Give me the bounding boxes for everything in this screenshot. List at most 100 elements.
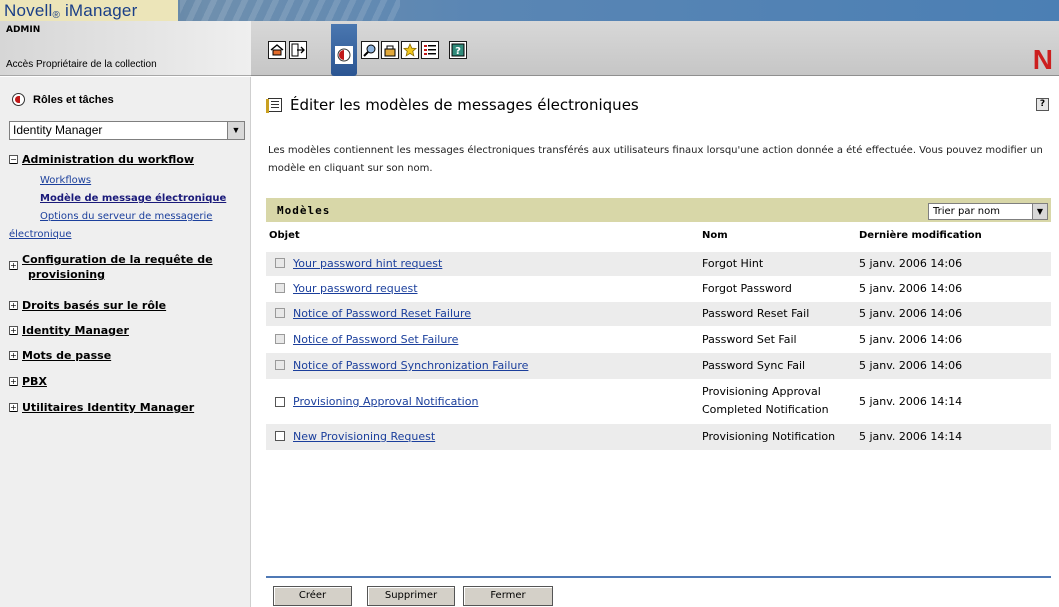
expand-icon[interactable]: + [9, 301, 18, 310]
nav-group-pbx[interactable]: + PBX [9, 375, 47, 388]
collapse-icon[interactable]: − [9, 155, 18, 164]
template-name: Forgot Password [702, 282, 792, 295]
exit-icon[interactable] [289, 41, 307, 59]
table-row: Notice of Password Synchronization Failu… [266, 353, 1051, 379]
chevron-down-icon[interactable]: ▼ [227, 122, 244, 139]
user-name: ADMIN [6, 25, 41, 35]
nav-group-idm-utilities[interactable]: + Utilitaires Identity Manager [9, 401, 194, 414]
expand-icon[interactable]: + [9, 377, 18, 386]
row-checkbox[interactable] [275, 258, 285, 268]
column-header-name: Nom [702, 230, 728, 241]
table-row: Provisioning Approval Notification Provi… [266, 379, 1051, 423]
configure-icon[interactable] [381, 41, 399, 59]
template-name-cont: Completed Notification [702, 403, 829, 416]
nav-group-label: Mots de passe [22, 349, 112, 362]
footer-divider [266, 576, 1051, 578]
roles-tasks-heading-icon [12, 93, 25, 106]
page-title-text: Éditer les modèles de messages électroni… [290, 96, 639, 114]
template-link[interactable]: Notice of Password Synchronization Failu… [293, 359, 528, 372]
nav-group-label: Droits basés sur le rôle [22, 299, 167, 312]
row-checkbox[interactable] [275, 431, 285, 441]
document-icon [266, 98, 282, 113]
template-modified: 5 janv. 2006 14:06 [859, 333, 963, 346]
favorites-icon[interactable] [401, 41, 419, 59]
brand-registered-mark: ® [52, 10, 61, 21]
row-checkbox[interactable] [275, 283, 285, 293]
sort-select[interactable]: Trier par nom ▼ [928, 203, 1048, 220]
template-link[interactable]: Your password request [293, 282, 418, 295]
user-role: Accès Propriétaire de la collection [6, 59, 157, 70]
nav-group-label: Identity Manager [22, 324, 129, 337]
view-objects-icon[interactable] [361, 41, 379, 59]
chevron-down-icon[interactable]: ▼ [1032, 204, 1047, 219]
models-label: Modèles [277, 204, 331, 217]
nav-group-provisioning-config[interactable]: + Configuration de la requête de provisio… [9, 253, 213, 281]
expand-icon[interactable]: + [9, 403, 18, 412]
brand-product: iManager [60, 1, 138, 20]
table-row: Your password hint request Forgot Hint 5… [266, 252, 1051, 276]
template-link[interactable]: Notice of Password Set Failure [293, 333, 458, 346]
template-link[interactable]: Your password hint request [293, 257, 442, 270]
brand-name: Novell [4, 1, 53, 20]
preferences-icon[interactable] [421, 41, 439, 59]
template-name: Password Set Fail [702, 333, 797, 346]
template-name: Provisioning Approval [702, 385, 821, 398]
nav-group-label: Administration du workflow [22, 153, 194, 166]
template-modified: 5 janv. 2006 14:06 [859, 359, 963, 372]
close-button[interactable]: Fermer [463, 586, 553, 606]
page-title: Éditer les modèles de messages électroni… [266, 96, 639, 114]
template-link[interactable]: New Provisioning Request [293, 430, 435, 443]
roles-tasks-heading: Rôles et tâches [12, 93, 114, 106]
role-category-select[interactable]: Identity Manager ▼ [9, 121, 245, 140]
row-checkbox[interactable] [275, 397, 285, 407]
nav-group-workflow-admin[interactable]: − Administration du workflow [9, 153, 194, 166]
template-name: Password Reset Fail [702, 307, 810, 320]
user-panel: ADMIN Accès Propriétaire de la collectio… [0, 21, 251, 76]
sort-value: Trier par nom [933, 206, 1000, 217]
brand-logo: Novell® iManager [0, 0, 178, 21]
template-modified: 5 janv. 2006 14:06 [859, 307, 963, 320]
template-modified: 5 janv. 2006 14:06 [859, 257, 963, 270]
delete-button[interactable]: Supprimer [367, 586, 455, 606]
role-category-value: Identity Manager [13, 123, 103, 137]
template-link[interactable]: Provisioning Approval Notification [293, 395, 478, 408]
roles-tasks-label: Rôles et tâches [33, 93, 114, 106]
template-modified: 5 janv. 2006 14:14 [859, 430, 963, 443]
imanager-window: Novell® iManager ADMIN Accès Propriétair… [0, 0, 1059, 607]
template-link[interactable]: Notice of Password Reset Failure [293, 307, 471, 320]
table-row: Notice of Password Reset Failure Passwor… [266, 302, 1051, 326]
home-icon[interactable] [268, 41, 286, 59]
row-checkbox[interactable] [275, 308, 285, 318]
template-name: Forgot Hint [702, 257, 764, 270]
help-icon[interactable]: ? [449, 41, 467, 59]
column-header-object: Objet [269, 230, 300, 241]
nav-item-workflows[interactable]: Workflows [40, 175, 91, 186]
header-mosaic [180, 0, 400, 21]
template-modified: 5 janv. 2006 14:06 [859, 282, 963, 295]
table-row: Notice of Password Set Failure Password … [266, 327, 1051, 352]
sidebar: Rôles et tâches Identity Manager ▼ − Adm… [0, 77, 251, 607]
template-modified: 5 janv. 2006 14:14 [859, 395, 963, 408]
nav-item-mail-server-options-cont[interactable]: électronique [9, 229, 71, 240]
nav-item-email-template[interactable]: Modèle de message électronique [40, 193, 226, 204]
nav-group-label: Utilitaires Identity Manager [22, 401, 195, 414]
nav-group-passwords[interactable]: + Mots de passe [9, 349, 111, 362]
table-row: Your password request Forgot Password 5 … [266, 276, 1051, 301]
nav-item-mail-server-options[interactable]: Options du serveur de messagerie [40, 211, 212, 222]
intro-text: Les modèles contiennent les messages éle… [268, 145, 1043, 174]
create-button[interactable]: Créer [273, 586, 352, 606]
novell-n-logo: N [1032, 44, 1053, 75]
row-checkbox[interactable] [275, 334, 285, 344]
template-name: Password Sync Fail [702, 359, 806, 372]
row-checkbox[interactable] [275, 360, 285, 370]
nav-group-role-rights[interactable]: + Droits basés sur le rôle [9, 299, 166, 312]
nav-group-identity-manager[interactable]: + Identity Manager [9, 324, 129, 337]
expand-icon[interactable]: + [9, 326, 18, 335]
nav-group-label: PBX [22, 375, 47, 388]
expand-icon[interactable]: + [9, 351, 18, 360]
table-row: New Provisioning Request Provisioning No… [266, 424, 1051, 450]
column-header-modified: Dernière modification [859, 230, 982, 241]
roles-tasks-icon[interactable] [335, 46, 353, 64]
nav-group-label-cont: provisioning [28, 268, 105, 281]
help-icon[interactable]: ? [1036, 98, 1049, 111]
